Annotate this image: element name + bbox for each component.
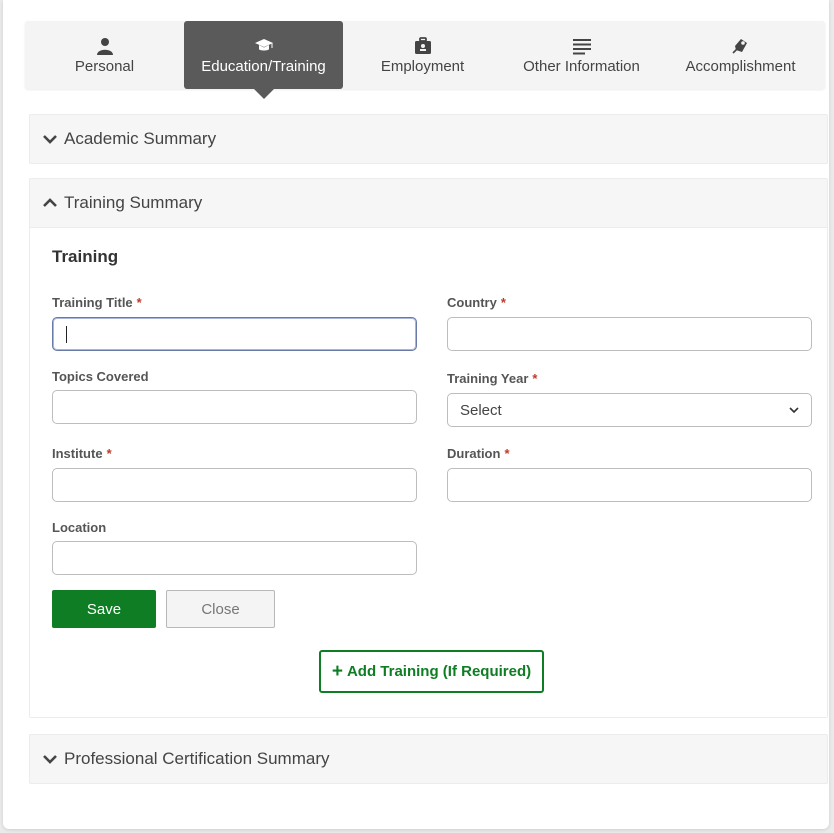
training-year-label: Training Year * — [447, 371, 537, 386]
label-text: Topics Covered — [52, 369, 149, 384]
tab-label: Personal — [74, 57, 135, 75]
tab-education-training[interactable]: Education/Training — [184, 21, 343, 99]
graduation-cap-icon — [253, 36, 275, 56]
profile-tab-strip: Personal Education/Training Employment O… — [25, 21, 825, 99]
label-text: Location — [52, 520, 107, 535]
chevron-down-icon — [789, 407, 799, 414]
briefcase-icon — [412, 36, 434, 56]
chevron-down-icon — [43, 755, 57, 764]
tab-employment[interactable]: Employment — [343, 21, 502, 89]
academic-summary-header[interactable]: Academic Summary — [30, 115, 827, 163]
save-button[interactable]: Save — [52, 590, 156, 628]
tab-label: Other Information — [523, 57, 640, 75]
tab-label: Employment — [380, 57, 465, 75]
required-marker: * — [500, 295, 506, 310]
tab-other-information[interactable]: Other Information — [502, 21, 661, 89]
training-title-label: Training Title * — [52, 295, 142, 310]
chevron-down-icon — [43, 135, 57, 144]
country-label: Country * — [447, 295, 506, 310]
location-label: Location — [52, 520, 106, 535]
required-marker: * — [504, 446, 510, 461]
institute-input[interactable] — [52, 468, 417, 502]
label-text: Training Title — [52, 295, 133, 310]
training-summary-panel: Training Summary Training Training Title… — [29, 178, 828, 718]
training-section-title: Training — [52, 247, 119, 266]
location-input[interactable] — [52, 541, 417, 575]
plus-icon: + — [331, 661, 343, 682]
tab-label: Accomplishment — [685, 57, 796, 75]
select-value: Select — [460, 401, 502, 419]
label-text: Institute — [52, 446, 103, 461]
text-lines-icon — [571, 36, 593, 56]
academic-summary-panel: Academic Summary — [29, 114, 828, 164]
professional-certification-header[interactable]: Professional Certification Summary — [30, 735, 827, 783]
duration-input[interactable] — [447, 468, 812, 502]
training-title-input[interactable] — [52, 317, 417, 351]
page-container: Personal Education/Training Employment O… — [3, 0, 829, 829]
required-marker: * — [532, 371, 538, 386]
label-text: Training Year — [447, 371, 529, 386]
training-summary-header[interactable]: Training Summary — [30, 179, 827, 227]
institute-label: Institute * — [52, 446, 112, 461]
professional-certification-panel: Professional Certification Summary — [29, 734, 828, 784]
tab-label: Education/Training — [201, 57, 326, 75]
tab-personal[interactable]: Personal — [25, 21, 184, 89]
close-button[interactable]: Close — [166, 590, 275, 628]
label-text: Country — [447, 295, 497, 310]
panel-title: Professional Certification Summary — [64, 749, 330, 768]
duration-label: Duration * — [447, 446, 510, 461]
required-marker: * — [136, 295, 142, 310]
tab-accomplishment[interactable]: Accomplishment — [661, 21, 820, 89]
add-training-label: Add Training (If Required) — [346, 663, 532, 680]
add-training-button[interactable]: + Add Training (If Required) — [319, 650, 544, 693]
chevron-up-icon — [43, 198, 57, 207]
panel-title: Training Summary — [64, 193, 203, 212]
award-icon — [730, 36, 752, 56]
country-input[interactable] — [447, 317, 812, 351]
label-text: Duration — [447, 446, 501, 461]
required-marker: * — [106, 446, 112, 461]
training-year-select[interactable]: Select — [447, 393, 812, 427]
topics-covered-label: Topics Covered — [52, 369, 149, 384]
person-icon — [94, 36, 116, 56]
topics-covered-input[interactable] — [52, 390, 417, 424]
training-form: Training Training Title * Country * Topics… — [30, 227, 827, 717]
panel-title: Academic Summary — [64, 129, 217, 148]
text-cursor — [66, 326, 67, 343]
